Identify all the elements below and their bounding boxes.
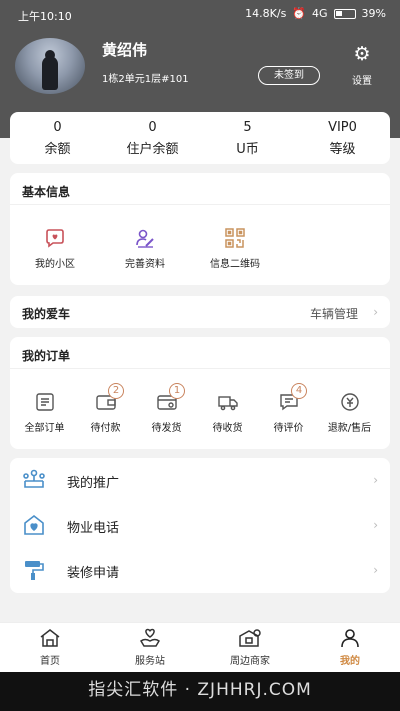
home-icon (0, 628, 100, 648)
order-item-label: 待评价 (273, 423, 304, 434)
stat-label: U币 (236, 142, 259, 157)
profile-edit-icon (100, 227, 190, 249)
user-address: 1栋2单元1层#101 (102, 74, 189, 85)
bottom-tab-bar: 首页 服务站 周边商家 我的 (0, 622, 400, 672)
order-item-label: 全部订单 (24, 423, 65, 434)
basic-item-label: 我的小区 (35, 259, 75, 270)
stat-resident-balance[interactable]: 0 住户余额 (105, 112, 200, 164)
services-menu: 我的推广 › 物业电话 › 装修申请 › (10, 458, 390, 593)
order-item-label: 待付款 (90, 423, 121, 434)
order-pending-payment-button[interactable]: 2 待付款 (75, 383, 136, 434)
stat-value: 0 (148, 120, 157, 135)
order-pending-shipment-button[interactable]: 1 待发货 (136, 383, 197, 434)
store-icon (200, 628, 300, 648)
chevron-right-icon: › (373, 518, 378, 532)
wallet-icon (75, 391, 136, 413)
complete-profile-button[interactable]: 完善资料 (100, 227, 190, 270)
promotion-icon (22, 469, 46, 491)
order-item-label: 待发货 (151, 423, 182, 434)
order-list-icon (14, 391, 75, 413)
section-title: 我的爱车 (22, 307, 71, 321)
signin-button[interactable]: 未签到 (258, 66, 320, 85)
vehicle-management-link[interactable]: 车辆管理 (310, 305, 358, 322)
avatar[interactable] (15, 38, 85, 94)
status-bar: 上午10:10 14.8K/s ⏰ 4G 39% (0, 0, 400, 30)
comment-icon (258, 391, 319, 413)
basic-item-label: 完善资料 (125, 259, 165, 270)
tab-label: 服务站 (135, 656, 165, 667)
user-name: 黄绍伟 (102, 41, 148, 59)
order-all-button[interactable]: 全部订单 (14, 391, 75, 434)
basic-item-label: 信息二维码 (210, 259, 260, 270)
order-badge: 4 (291, 383, 307, 399)
stat-label: 住户余额 (126, 142, 179, 157)
order-refund-button[interactable]: 退款/售后 (319, 391, 380, 434)
tab-label: 我的 (340, 656, 360, 667)
menu-item-label: 物业电话 (67, 521, 120, 536)
section-title: 我的订单 (10, 337, 390, 369)
info-qr-code-button[interactable]: 信息二维码 (190, 227, 280, 270)
account-stats: 0 余额 0 住户余额 5 U币 VIP0 等级 (10, 112, 390, 164)
stat-ucoin[interactable]: 5 U币 (200, 112, 295, 164)
tab-nearby-merchants[interactable]: 周边商家 (200, 623, 300, 672)
tab-service-station[interactable]: 服务站 (100, 623, 200, 672)
service-icon (100, 628, 200, 648)
qr-code-icon (190, 227, 280, 249)
menu-item-renovation[interactable]: 装修申请 › (10, 548, 390, 593)
order-badge: 1 (169, 383, 185, 399)
menu-item-label: 我的推广 (67, 476, 120, 491)
stat-level[interactable]: VIP0 等级 (295, 112, 390, 164)
status-time: 上午10:10 (18, 10, 72, 23)
truck-icon (197, 391, 258, 413)
tab-label: 周边商家 (230, 656, 270, 667)
stat-label: 等级 (329, 142, 356, 157)
stat-value: 0 (53, 120, 62, 135)
status-indicators: 14.8K/s ⏰ 4G 39% (245, 7, 386, 20)
tab-mine[interactable]: 我的 (300, 623, 400, 672)
chevron-right-icon: › (373, 563, 378, 577)
avatar-figure (42, 56, 58, 90)
section-title: 基本信息 (10, 173, 390, 205)
tab-label: 首页 (40, 656, 60, 667)
stat-balance[interactable]: 0 余额 (10, 112, 105, 164)
my-car-row[interactable]: 我的爱车 车辆管理 › (10, 296, 390, 328)
menu-item-promotion[interactable]: 我的推广 › (10, 458, 390, 503)
community-icon (10, 227, 100, 249)
network-speed: 14.8K/s (245, 7, 287, 20)
basic-info-card: 基本信息 我的小区 完善资料 信息二维码 (10, 173, 390, 285)
tab-home[interactable]: 首页 (0, 623, 100, 672)
chevron-right-icon: › (373, 305, 378, 319)
chevron-right-icon: › (373, 473, 378, 487)
my-orders-card: 我的订单 全部订单 2 待付款 1 待发货 待收货 4 待评价 退款/售后 (10, 337, 390, 449)
stat-value: 5 (243, 120, 252, 135)
order-item-label: 待收货 (212, 423, 243, 434)
network-type: 4G (312, 7, 328, 20)
paint-roller-icon (22, 559, 46, 581)
stat-value: VIP0 (328, 120, 357, 135)
order-pending-receipt-button[interactable]: 待收货 (197, 391, 258, 434)
gear-icon: ⚙ (353, 43, 371, 65)
alarm-icon: ⏰ (292, 7, 307, 20)
watermark-banner: 指尖汇软件 · ZJHHRJ.COM (0, 672, 400, 711)
order-item-label: 退款/售后 (327, 423, 372, 434)
menu-item-label: 装修申请 (67, 566, 120, 581)
settings-button[interactable]: ⚙ 设置 (345, 44, 379, 87)
house-phone-icon (22, 514, 46, 536)
person-icon (300, 628, 400, 648)
battery-icon (333, 8, 356, 19)
menu-item-property-phone[interactable]: 物业电话 › (10, 503, 390, 548)
order-pending-review-button[interactable]: 4 待评价 (258, 383, 319, 434)
package-icon (136, 391, 197, 413)
order-badge: 2 (108, 383, 124, 399)
settings-label: 设置 (352, 76, 372, 87)
my-community-button[interactable]: 我的小区 (10, 227, 100, 270)
stat-label: 余额 (44, 142, 71, 157)
refund-icon (319, 391, 380, 413)
battery-level: 39% (361, 7, 386, 20)
